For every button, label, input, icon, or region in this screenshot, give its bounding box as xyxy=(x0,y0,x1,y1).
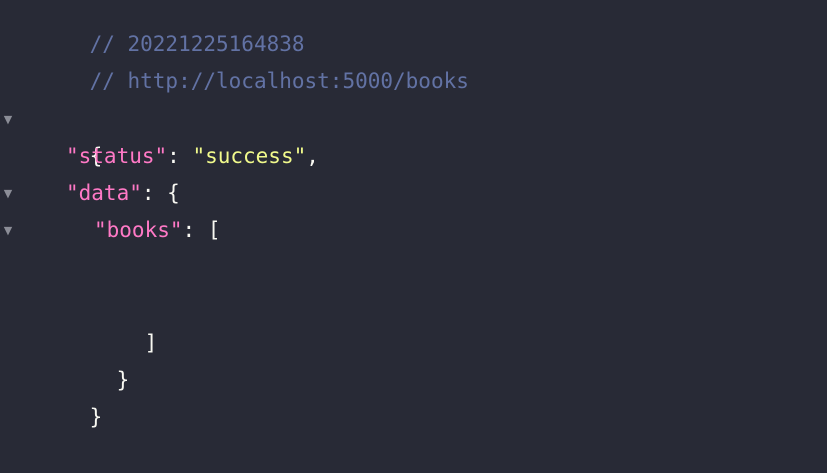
data-line: "data": { xyxy=(66,175,180,212)
url-comment-text: // http://localhost:5000/books xyxy=(89,69,469,93)
collapse-data-toggle-icon[interactable]: ▼ xyxy=(3,175,13,212)
data-close-line: } xyxy=(66,325,130,392)
status-line: "status": "success", xyxy=(66,138,319,175)
collapse-books-toggle-icon[interactable]: ▼ xyxy=(3,212,13,249)
root-open-line: { xyxy=(39,101,103,168)
data-colon: : xyxy=(141,181,168,205)
status-value: "success" xyxy=(192,144,307,168)
data-key: "data" xyxy=(66,181,142,205)
data-open-brace: { xyxy=(167,181,180,205)
books-colon: : xyxy=(182,218,208,242)
collapse-root-toggle-icon[interactable]: ▼ xyxy=(3,101,13,138)
books-key: "books" xyxy=(94,218,183,242)
books-line: "books": [ xyxy=(94,212,220,249)
status-comma: , xyxy=(306,144,319,168)
data-close-brace: } xyxy=(116,368,130,392)
status-colon: : xyxy=(167,144,193,168)
root-close-brace: } xyxy=(89,405,103,429)
timestamp-comment: // 20221225164838 xyxy=(39,0,305,56)
status-key: "status" xyxy=(66,144,168,168)
books-open-bracket: [ xyxy=(207,218,221,242)
json-viewer: // 20221225164838 // http://localhost:50… xyxy=(0,0,827,430)
url-comment: // http://localhost:5000/books xyxy=(39,26,469,93)
root-close-line: } xyxy=(39,362,103,429)
books-close-bracket: ] xyxy=(144,331,158,355)
books-close-line: ] xyxy=(94,288,158,355)
